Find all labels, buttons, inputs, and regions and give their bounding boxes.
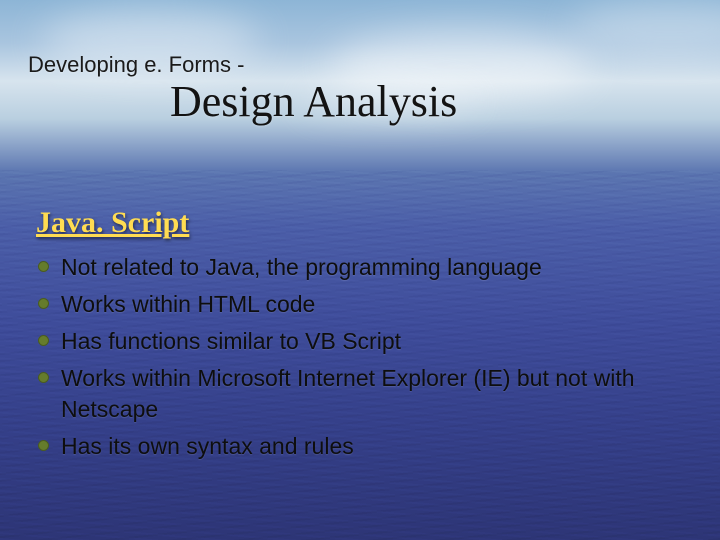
- bullet-icon: [38, 298, 49, 309]
- section-heading: Java. Script: [36, 206, 189, 240]
- list-item: Not related to Java, the programming lan…: [38, 252, 692, 283]
- bullet-text: Not related to Java, the programming lan…: [61, 252, 692, 283]
- cloud-decoration: [570, 0, 720, 55]
- bullet-text: Works within HTML code: [61, 289, 692, 320]
- bullet-icon: [38, 372, 49, 383]
- bullet-text: Has its own syntax and rules: [61, 431, 692, 462]
- bullet-icon: [38, 261, 49, 272]
- bullet-text: Has functions similar to VB Script: [61, 326, 692, 357]
- slide: Developing e. Forms - Design Analysis Ja…: [0, 0, 720, 540]
- bullet-list: Not related to Java, the programming lan…: [38, 252, 692, 468]
- bullet-text: Works within Microsoft Internet Explorer…: [61, 363, 692, 425]
- page-title: Design Analysis: [170, 76, 457, 127]
- list-item: Has its own syntax and rules: [38, 431, 692, 462]
- list-item: Works within HTML code: [38, 289, 692, 320]
- bullet-icon: [38, 440, 49, 451]
- kicker-text: Developing e. Forms -: [28, 52, 244, 78]
- bullet-icon: [38, 335, 49, 346]
- list-item: Has functions similar to VB Script: [38, 326, 692, 357]
- list-item: Works within Microsoft Internet Explorer…: [38, 363, 692, 425]
